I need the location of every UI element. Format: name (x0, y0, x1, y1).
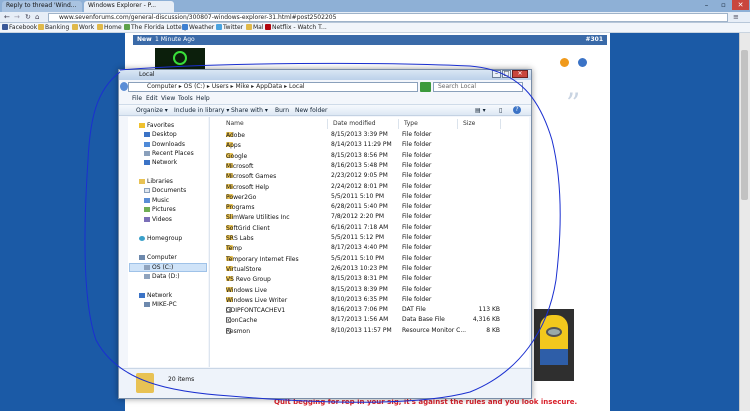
annotation-scribble (84, 62, 561, 403)
